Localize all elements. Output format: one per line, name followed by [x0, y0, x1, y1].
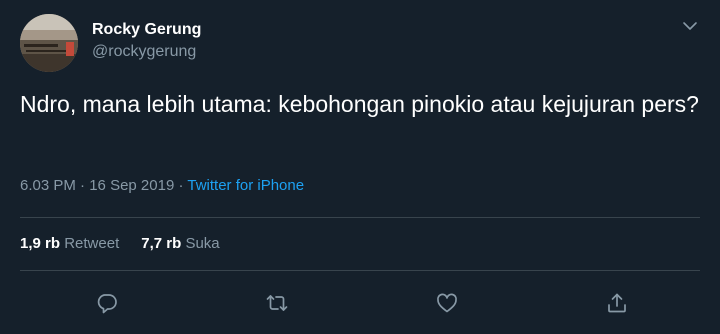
tweet-source-link[interactable]: Twitter for iPhone — [187, 177, 304, 194]
retweet-icon — [266, 295, 288, 311]
tweet-meta: 6.03 PM · 16 Sep 2019 · Twitter for iPho… — [20, 176, 304, 196]
author-info: Rocky Gerung @rockygerung — [92, 19, 201, 63]
share-icon — [608, 293, 626, 313]
retweets-count: 1,9 rb — [20, 235, 61, 252]
avatar[interactable] — [20, 14, 78, 72]
reply-icon — [97, 294, 117, 314]
share-button[interactable] — [604, 290, 630, 316]
divider — [20, 270, 700, 271]
avatar-image — [20, 14, 78, 72]
retweets-stat[interactable]: 1,9 rb Retweet — [20, 234, 119, 254]
reply-button[interactable] — [94, 290, 120, 316]
likes-stat[interactable]: 7,7 rb Suka — [141, 234, 219, 254]
heart-icon — [437, 293, 457, 313]
like-button[interactable] — [434, 290, 460, 316]
likes-count: 7,7 rb — [141, 235, 182, 252]
author-handle[interactable]: @rockygerung — [92, 41, 201, 63]
tweet-stats: 1,9 rb Retweet 7,7 rb Suka — [20, 234, 242, 254]
tweet-actions — [0, 290, 720, 316]
retweet-button[interactable] — [264, 290, 290, 316]
tweet-time[interactable]: 6.03 PM — [20, 177, 76, 194]
chevron-down-icon[interactable] — [680, 16, 700, 36]
likes-label: Suka — [185, 235, 220, 252]
tweet-header: Rocky Gerung @rockygerung — [20, 14, 201, 72]
meta-separator: · — [174, 177, 188, 194]
tweet-card: Rocky Gerung @rockygerung Ndro, mana leb… — [0, 0, 720, 334]
divider — [20, 217, 700, 218]
tweet-date[interactable]: 16 Sep 2019 — [89, 177, 174, 194]
author-name[interactable]: Rocky Gerung — [92, 19, 201, 41]
meta-separator: · — [75, 177, 90, 194]
retweets-label: Retweet — [64, 235, 120, 252]
tweet-text: Ndro, mana lebih utama: kebohongan pinok… — [20, 91, 699, 117]
